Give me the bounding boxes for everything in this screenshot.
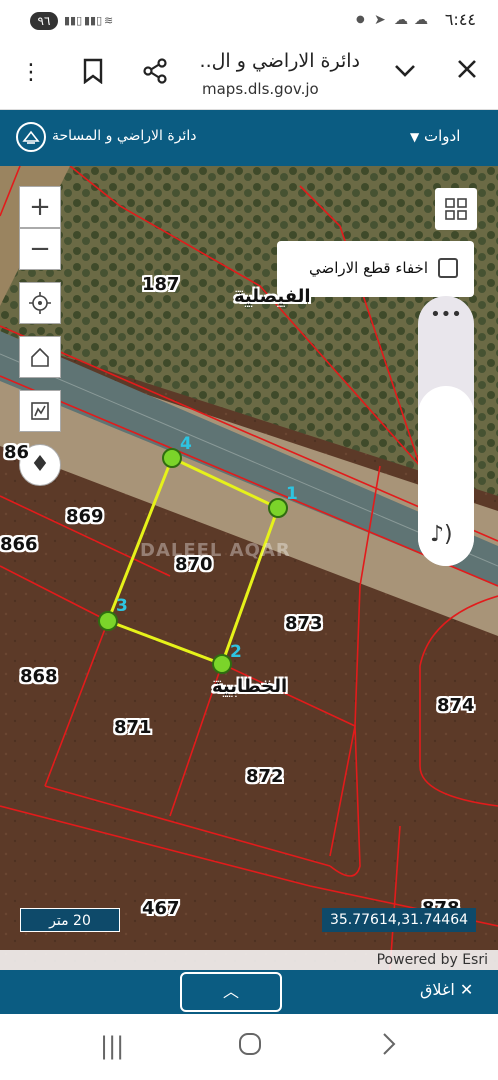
parcel-label: 872	[246, 766, 284, 787]
dls-logo-icon	[16, 122, 46, 152]
bookmark-icon[interactable]	[78, 58, 108, 88]
more-icon[interactable]: ⋮	[16, 58, 46, 88]
parcel-label: 86	[4, 442, 30, 463]
parcel-label: 869	[66, 506, 104, 527]
place-label: الفيصلية	[234, 286, 311, 307]
url-text[interactable]: maps.dls.gov.jo	[202, 80, 319, 98]
system-nav-bar: |||	[0, 1014, 498, 1080]
scale-bar: 20 متر	[20, 908, 120, 932]
status-bar: ٩٦ ▮▮▯ ▮▮▯ ≋ ● ➤ ☁ ☁ ٦:٤٤	[0, 0, 498, 40]
sound-icon[interactable]: ♪)	[430, 522, 453, 547]
close-label: اغلاق	[420, 980, 455, 999]
measure-icon[interactable]	[19, 390, 61, 432]
parcel-label: 187	[142, 274, 180, 295]
parcel-label: 874	[437, 695, 475, 716]
coordinates-readout: 35.77614,31.74464	[322, 908, 476, 932]
weather-icon: ☁	[394, 12, 408, 28]
chevron-down-icon[interactable]	[390, 58, 420, 88]
wifi-icon: ≋	[104, 14, 114, 27]
app-header: دائرة الاراضي و المساحة ▼ ادوات	[0, 110, 498, 166]
site-name: دائرة الاراضي و المساحة	[52, 128, 197, 144]
watermark: DALEEL AQAR	[140, 540, 291, 561]
attribution[interactable]: Powered by Esri	[0, 950, 498, 970]
clock: ٦:٤٤	[444, 10, 476, 29]
close-icon[interactable]	[452, 58, 482, 88]
parcel-label: 870	[175, 554, 213, 575]
battery-badge: ٩٦	[30, 12, 58, 30]
more-icon[interactable]: •••	[418, 304, 474, 325]
telegram-icon: ➤	[374, 12, 386, 28]
signal-icon: ▮▮▯	[64, 14, 83, 27]
dot-icon: ●	[356, 14, 365, 25]
locate-icon[interactable]	[19, 282, 61, 324]
tools-label: ادوات	[424, 127, 461, 145]
vertex-label: 3	[116, 596, 128, 616]
parcel-label: 873	[285, 613, 323, 634]
zoom-out-icon[interactable]: −	[19, 228, 61, 270]
close-panel-button[interactable]: ✕ اغلاق	[420, 980, 473, 999]
back-icon[interactable]	[380, 1032, 398, 1062]
page-title: دائرة الاراضي و ال..	[199, 50, 360, 72]
browser-toolbar: ⋮ دائرة الاراضي و ال.. maps.dls.gov.jo	[0, 40, 498, 110]
bottom-panel-bar: ︿ ✕ اغلاق	[0, 970, 498, 1014]
parcel-label: 871	[114, 717, 152, 738]
vertex-label: 2	[230, 642, 242, 662]
volume-panel[interactable]: ••• ♪)	[418, 296, 474, 566]
parcel-label: 467	[142, 898, 180, 919]
place-label: الخطابية	[212, 676, 288, 697]
parcel-label: 866	[0, 534, 38, 555]
zoom-in-icon[interactable]: +	[19, 186, 61, 228]
home-icon[interactable]	[19, 336, 61, 378]
recent-apps-icon[interactable]: |||	[100, 1032, 124, 1060]
hide-parcels-checkbox[interactable]	[438, 258, 458, 278]
vertex-label: 4	[180, 434, 192, 454]
vertex-label: 1	[286, 484, 298, 504]
chevron-up-icon: ︿	[222, 982, 239, 1001]
expand-panel-button[interactable]: ︿	[180, 972, 282, 1012]
tools-menu[interactable]: ▼ ادوات	[410, 127, 460, 145]
hide-parcels-label: اخفاء قطع الاراضي	[308, 259, 428, 277]
chevron-down-icon: ▼	[410, 130, 420, 144]
cloud-icon: ☁	[414, 12, 428, 28]
home-circle-icon[interactable]	[238, 1032, 262, 1062]
signal-icon: ▮▮▯	[84, 14, 103, 27]
parcel-label: 868	[20, 666, 58, 687]
share-icon[interactable]	[140, 58, 170, 88]
close-icon: ✕	[459, 980, 474, 999]
basemap-gallery-icon[interactable]	[435, 188, 477, 230]
map-view[interactable]: + − ♦ اخفاء قطع الاراضي ••• ♪) DALEEL AQ…	[0, 166, 498, 970]
